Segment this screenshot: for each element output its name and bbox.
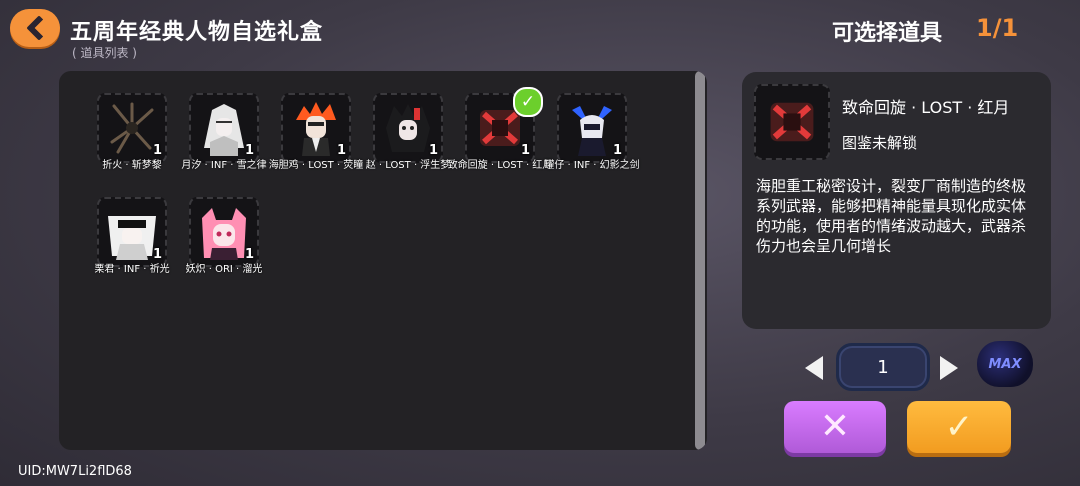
item-quantity: 1 bbox=[613, 143, 623, 158]
item-name: 罐仔 · INF · 幻影之剑 bbox=[544, 160, 640, 171]
item-slot[interactable]: 1 海胆鸡 · LOST · 荧瞳 bbox=[269, 93, 363, 173]
detail-unlock-status: 图鉴未解锁 bbox=[842, 134, 918, 152]
item-slot[interactable]: 1 赵 · LOST · 浮生梦 bbox=[366, 93, 453, 173]
item-name: 妖炽 · ORI · 溜光 bbox=[185, 264, 263, 275]
back-button[interactable] bbox=[10, 9, 60, 47]
item-slot[interactable]: 1 妖炽 · ORI · 溜光 bbox=[186, 197, 269, 277]
close-icon: ✕ bbox=[819, 406, 851, 447]
page-subtitle: ( 道具列表 ) bbox=[72, 46, 137, 60]
user-id-label: UID:MW7Li2flD68 bbox=[18, 464, 132, 479]
item-quantity: 1 bbox=[153, 143, 163, 158]
quantity-display: 1 bbox=[836, 343, 930, 391]
item-quantity: 1 bbox=[429, 143, 439, 158]
item-detail-panel: 致命回旋 · LOST · 红月 图鉴未解锁 海胆重工秘密设计，裂变厂商制造的终… bbox=[742, 72, 1051, 329]
select-label: 可选择道具 bbox=[832, 21, 943, 46]
item-quantity: 1 bbox=[337, 143, 347, 158]
cancel-button[interactable]: ✕ bbox=[784, 401, 886, 453]
scrollbar[interactable] bbox=[695, 71, 705, 450]
increase-quantity-arrow-icon[interactable] bbox=[940, 356, 958, 380]
item-quantity: 1 bbox=[245, 143, 255, 158]
page-title: 五周年经典人物自选礼盒 bbox=[70, 20, 324, 45]
selected-check-icon: ✓ bbox=[513, 87, 543, 117]
item-quantity: 1 bbox=[521, 143, 531, 158]
detail-description: 海胆重工秘密设计，裂变厂商制造的终极系列武器，能够把精神能量具现化成实体的功能，… bbox=[756, 177, 1027, 255]
select-count: 1/1 bbox=[976, 14, 1019, 42]
checkmark-icon: ✓ bbox=[944, 407, 974, 447]
item-quantity: 1 bbox=[153, 247, 163, 262]
confirm-button[interactable]: ✓ bbox=[907, 401, 1011, 453]
detail-item-name: 致命回旋 · LOST · 红月 bbox=[842, 98, 1010, 117]
item-slot[interactable]: 1 月汐 · INF · 雪之律 bbox=[181, 93, 269, 173]
item-quantity: 1 bbox=[245, 247, 255, 262]
chevron-left-icon bbox=[26, 15, 52, 41]
red-weapon-icon bbox=[754, 84, 830, 160]
item-slot-selected[interactable]: ✓ 1 致命回旋 · LOST · 红月 bbox=[448, 87, 552, 173]
max-quantity-button[interactable]: MAX bbox=[977, 341, 1033, 387]
item-grid-panel: 1 折火 · 斩梦黎 1 月汐 · INF · 雪之律 1 海胆鸡 · LOST… bbox=[59, 71, 707, 450]
item-slot[interactable]: 1 栗君 · INF · 祈光 bbox=[94, 197, 177, 277]
item-slot[interactable]: 1 罐仔 · INF · 幻影之剑 bbox=[544, 93, 640, 173]
item-slot[interactable]: 1 折火 · 斩梦黎 bbox=[97, 93, 177, 173]
decrease-quantity-arrow-icon[interactable] bbox=[805, 356, 823, 380]
